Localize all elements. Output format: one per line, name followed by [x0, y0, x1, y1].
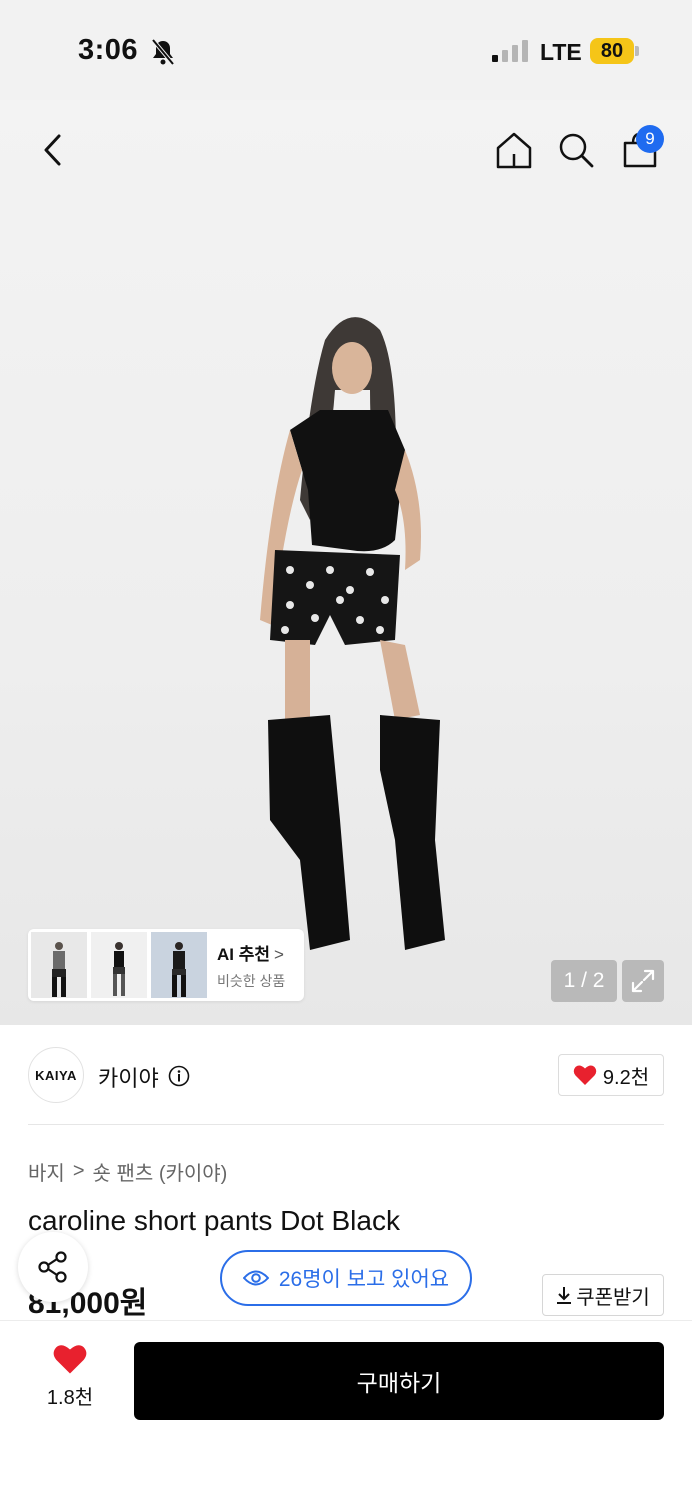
- breadcrumb: 바지 > 숏 팬츠 (카이야): [28, 1157, 227, 1186]
- ai-recommend-subtitle: 비슷한 상품: [217, 972, 286, 989]
- status-bar: 3:06 LTE 80: [0, 0, 692, 100]
- coupon-download-button[interactable]: 쿠폰받기: [542, 1274, 664, 1316]
- product-image[interactable]: [0, 100, 692, 1025]
- expand-button[interactable]: [622, 960, 664, 1002]
- model-photo: [260, 317, 445, 950]
- search-icon: [559, 133, 594, 168]
- search-button[interactable]: [552, 126, 600, 174]
- product-title: caroline short pants Dot Black: [28, 1205, 400, 1236]
- share-icon: [38, 1251, 67, 1283]
- viewers-text: 26명이 보고 있어요: [278, 1268, 450, 1291]
- thumbnail-figure: [52, 942, 66, 997]
- brand-row: KAIYA 카이야 9.2천: [0, 1025, 692, 1125]
- eye-icon: [242, 1270, 269, 1286]
- thumbnail-figure: [172, 942, 186, 997]
- cart-count-badge: 9: [636, 125, 664, 153]
- home-icon: [496, 132, 532, 169]
- image-pager: 1 / 2: [551, 960, 617, 1002]
- brand-logo[interactable]: KAIYA: [28, 1047, 84, 1103]
- wishlist-count: 1.8천: [46, 1387, 94, 1409]
- ai-thumbnail[interactable]: [151, 932, 207, 998]
- chevron-left-icon: [44, 134, 61, 166]
- network-label: LTE: [540, 39, 582, 65]
- brand-like-count: 9.2천: [602, 1066, 650, 1089]
- signal-icon: [492, 40, 528, 62]
- bottom-purchase-bar: 1.8천 구매하기: [0, 1320, 692, 1500]
- breadcrumb-category[interactable]: 바지: [28, 1157, 65, 1186]
- brand-like-button[interactable]: 9.2천: [558, 1054, 664, 1096]
- battery-indicator: 80: [590, 38, 634, 64]
- viewers-badge: 26명이 보고 있어요: [220, 1250, 472, 1306]
- ai-recommend-card[interactable]: AI 추천 > 비슷한 상품: [28, 929, 304, 1001]
- status-time: 3:06: [78, 34, 139, 66]
- thumbnail-figure: [113, 942, 125, 996]
- info-icon[interactable]: [168, 1065, 190, 1087]
- brand-name[interactable]: 카이야: [98, 1061, 159, 1093]
- share-button[interactable]: [18, 1232, 88, 1302]
- ai-thumbnail[interactable]: [91, 932, 147, 998]
- chevron-right-icon: >: [274, 944, 284, 964]
- ai-recommend-title-label: AI 추천: [217, 944, 271, 964]
- buy-button[interactable]: 구매하기: [134, 1342, 664, 1420]
- download-icon: [557, 1287, 572, 1304]
- ai-thumbnail[interactable]: [31, 932, 87, 998]
- back-button[interactable]: [28, 126, 76, 174]
- brand-logo-text: KAIYA: [35, 1067, 77, 1083]
- ai-recommend-title: AI 추천 >: [217, 940, 285, 965]
- top-navigation: [0, 100, 692, 200]
- breadcrumb-subcategory[interactable]: 숏 팬츠 (카이야): [93, 1157, 228, 1186]
- breadcrumb-separator: >: [72, 1160, 85, 1182]
- heart-icon: [53, 1345, 87, 1374]
- coupon-label: 쿠폰받기: [576, 1286, 650, 1309]
- divider: [28, 1124, 664, 1125]
- expand-icon: [631, 969, 655, 993]
- bell-off-icon: [151, 38, 175, 66]
- battery-nub: [635, 46, 639, 56]
- wishlist-button[interactable]: 1.8천: [38, 1343, 102, 1410]
- heart-icon: [573, 1065, 597, 1085]
- ai-recommend-text: AI 추천 > 비슷한 상품: [217, 940, 285, 991]
- home-button[interactable]: [490, 126, 538, 174]
